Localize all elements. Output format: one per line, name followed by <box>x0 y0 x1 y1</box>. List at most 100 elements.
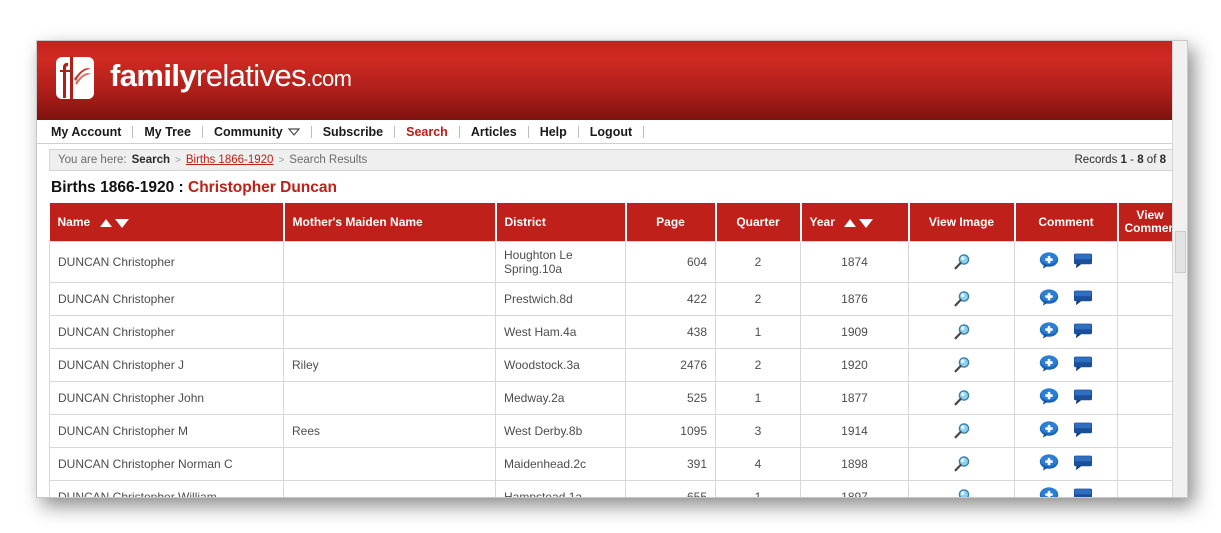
column-header-quarter[interactable]: Quarter <box>715 203 802 242</box>
comment-add-icon[interactable] <box>1039 289 1059 309</box>
cell-district: West Derby.8b <box>495 414 626 448</box>
column-header-mothers-maiden-name[interactable]: Mother's Maiden Name <box>283 203 497 242</box>
cell-view-image[interactable] <box>908 282 1015 316</box>
breadcrumb-separator: > <box>278 154 285 166</box>
breadcrumb-prefix: You are here: <box>58 154 127 166</box>
cell-year: 1897 <box>800 480 909 497</box>
cell-view-image[interactable] <box>908 348 1015 382</box>
cell-view-image[interactable] <box>908 447 1015 481</box>
nav-item-my-account[interactable]: My Account <box>49 125 132 139</box>
nav-item-articles[interactable]: Articles <box>460 125 528 139</box>
table-row[interactable]: DUNCAN Christopher Prestwich.8d 422 2 1876 <box>49 282 1182 316</box>
nav-label: My Account <box>51 124 122 139</box>
cell-comment[interactable] <box>1014 348 1118 382</box>
column-header-year[interactable]: Year <box>800 203 910 242</box>
breadcrumb-item-search[interactable]: Search <box>132 154 170 166</box>
nav-label: Search <box>406 124 448 139</box>
cell-quarter: 1 <box>715 480 801 497</box>
table-row[interactable]: DUNCAN Christopher Houghton Le Spring.10a… <box>49 241 1182 283</box>
sort-descending-icon[interactable] <box>114 218 129 228</box>
cell-district: Houghton Le Spring.10a <box>495 241 626 283</box>
nav-item-logout[interactable]: Logout <box>579 125 643 139</box>
results-table-body: DUNCAN Christopher Houghton Le Spring.10a… <box>49 241 1182 497</box>
cell-view-image[interactable] <box>908 480 1015 497</box>
nav-item-subscribe[interactable]: Subscribe <box>312 125 394 139</box>
cell-comment[interactable] <box>1014 480 1118 497</box>
cell-quarter: 2 <box>715 241 801 283</box>
cell-view-image[interactable] <box>908 381 1015 415</box>
column-header-name[interactable]: Name <box>49 203 285 242</box>
magnifier-icon[interactable] <box>953 488 971 497</box>
cell-comment[interactable] <box>1014 241 1118 283</box>
magnifier-icon[interactable] <box>953 455 971 473</box>
cell-view-image[interactable] <box>908 414 1015 448</box>
magnifier-icon[interactable] <box>953 389 971 407</box>
cell-page: 438 <box>625 315 716 349</box>
sort-controls-name[interactable] <box>99 218 129 228</box>
table-row[interactable]: DUNCAN Christopher William Hampstead.1a 65… <box>49 480 1182 497</box>
comment-add-icon[interactable] <box>1039 421 1059 441</box>
comment-bubble-icon[interactable] <box>1073 454 1093 474</box>
cell-view-image[interactable] <box>908 241 1015 283</box>
cell-mothers-maiden-name: Rees <box>283 414 496 448</box>
cell-quarter: 3 <box>715 414 801 448</box>
column-header-district[interactable]: District <box>495 203 627 242</box>
cell-mothers-maiden-name <box>283 480 496 497</box>
cell-mothers-maiden-name <box>283 241 496 283</box>
table-row[interactable]: DUNCAN Christopher J Riley Woodstock.3a 247… <box>49 348 1182 382</box>
cell-page: 422 <box>625 282 716 316</box>
comment-bubble-icon[interactable] <box>1073 421 1093 441</box>
comment-bubble-icon[interactable] <box>1073 322 1093 342</box>
column-header-view-image[interactable]: View Image <box>908 203 1016 242</box>
cell-district: Hampstead.1a <box>495 480 626 497</box>
comment-add-icon[interactable] <box>1039 322 1059 342</box>
cell-comment[interactable] <box>1014 381 1118 415</box>
magnifier-icon[interactable] <box>953 290 971 308</box>
comment-bubble-icon[interactable] <box>1073 289 1093 309</box>
breadcrumb-item-births[interactable]: Births 1866-1920 <box>186 154 274 166</box>
nav-item-my-tree[interactable]: My Tree <box>133 125 202 139</box>
cell-view-image[interactable] <box>908 315 1015 349</box>
magnifier-icon[interactable] <box>953 253 971 271</box>
comment-add-icon[interactable] <box>1039 252 1059 272</box>
cell-comment[interactable] <box>1014 447 1118 481</box>
comment-add-icon[interactable] <box>1039 388 1059 408</box>
column-label: Name <box>57 214 91 229</box>
comment-add-icon[interactable] <box>1039 454 1059 474</box>
comment-bubble-icon[interactable] <box>1073 252 1093 272</box>
cell-comment[interactable] <box>1014 282 1118 316</box>
cell-comment[interactable] <box>1014 414 1118 448</box>
nav-item-search[interactable]: Search <box>395 125 459 139</box>
comment-bubble-icon[interactable] <box>1073 487 1093 497</box>
magnifier-icon[interactable] <box>953 356 971 374</box>
table-row[interactable]: DUNCAN Christopher John Medway.2a 525 1 1877 <box>49 381 1182 415</box>
column-label: Mother's Maiden Name <box>292 214 423 229</box>
site-logo[interactable]: familyrelatives.com <box>50 53 352 103</box>
sort-ascending-icon[interactable] <box>844 218 857 227</box>
column-header-page[interactable]: Page <box>625 203 717 242</box>
table-row[interactable]: DUNCAN Christopher Norman C Maidenhead.2c… <box>49 447 1182 481</box>
sort-descending-icon[interactable] <box>859 218 874 228</box>
chevron-down-icon <box>287 127 300 136</box>
cell-year: 1874 <box>800 241 909 283</box>
cell-name: DUNCAN Christopher <box>49 282 284 316</box>
vertical-scrollbar[interactable] <box>1172 41 1187 497</box>
sort-controls-year[interactable] <box>844 218 874 228</box>
cell-quarter: 1 <box>715 315 801 349</box>
comment-bubble-icon[interactable] <box>1073 355 1093 375</box>
magnifier-icon[interactable] <box>953 422 971 440</box>
magnifier-icon[interactable] <box>953 323 971 341</box>
comment-bubble-icon[interactable] <box>1073 388 1093 408</box>
sort-ascending-icon[interactable] <box>99 218 112 227</box>
nav-item-community[interactable]: Community <box>203 125 311 139</box>
column-header-comment[interactable]: Comment <box>1014 203 1119 242</box>
table-row[interactable]: DUNCAN Christopher West Ham.4a 438 1 1909 <box>49 315 1182 349</box>
nav-item-help[interactable]: Help <box>529 125 578 139</box>
scrollbar-thumb[interactable] <box>1175 231 1186 273</box>
comment-add-icon[interactable] <box>1039 487 1059 497</box>
table-row[interactable]: DUNCAN Christopher M Rees West Derby.8b 109… <box>49 414 1182 448</box>
cell-year: 1898 <box>800 447 909 481</box>
comment-add-icon[interactable] <box>1039 355 1059 375</box>
nav-label: Community <box>213 124 283 139</box>
cell-comment[interactable] <box>1014 315 1118 349</box>
